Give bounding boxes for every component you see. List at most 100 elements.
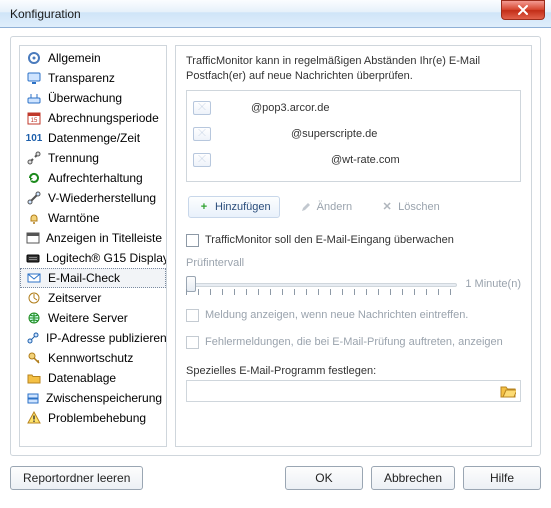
help-button[interactable]: Hilfe [463, 466, 541, 490]
watch-label: TrafficMonitor soll den E-Mail-Eingang ü… [205, 234, 454, 246]
sidebar-item-problembehebung[interactable]: Problembehebung [20, 408, 166, 428]
router-icon [26, 90, 42, 106]
key-icon [26, 350, 42, 366]
account-toolbar: + Hinzufügen Ändern ✕ Löschen [186, 192, 521, 228]
sidebar-item-label: Warntöne [48, 211, 100, 225]
add-label: Hinzufügen [215, 201, 271, 213]
plus-icon: + [197, 200, 211, 214]
window-icon [26, 230, 40, 246]
delete-label: Löschen [398, 201, 440, 213]
sidebar-item-label: Zeitserver [48, 291, 101, 305]
sidebar-item-warnt-ne[interactable]: Warntöne [20, 208, 166, 228]
sidebar-item-abrechnungsperiode[interactable]: 15 Abrechnungsperiode [20, 108, 166, 128]
refresh-icon [26, 170, 42, 186]
101-icon: 101 [26, 130, 42, 146]
sidebar-item-label: Datenablage [48, 371, 116, 385]
folder-icon [500, 384, 516, 398]
notify-checkbox-row[interactable]: Meldung anzeigen, wenn neue Nachrichten … [186, 309, 521, 322]
calendar-icon: 15 [26, 110, 42, 126]
window-title: Konfiguration [10, 7, 547, 21]
email-address: @pop3.arcor.de [221, 102, 329, 114]
sidebar-item-datenablage[interactable]: Datenablage [20, 368, 166, 388]
email-address: @superscripte.de [221, 128, 377, 140]
envelope-icon [193, 127, 211, 141]
checkbox-icon [186, 234, 199, 247]
browse-button[interactable] [500, 384, 516, 398]
globe-icon [26, 310, 42, 326]
interval-value: 1 Minute(n) [465, 278, 521, 290]
x-icon: ✕ [380, 200, 394, 214]
sidebar-item-kennwortschutz[interactable]: Kennwortschutz [20, 348, 166, 368]
errors-checkbox-row[interactable]: Fehlermeldungen, die bei E-Mail-Prüfung … [186, 336, 521, 349]
email-account-row[interactable]: @superscripte.de [193, 121, 514, 147]
sidebar-item-e-mail-check[interactable]: E-Mail-Check [20, 268, 166, 288]
sidebar-item-label: Datenmenge/Zeit [48, 131, 140, 145]
interval-label: Prüfintervall [186, 257, 521, 269]
sidebar-item-label: Problembehebung [48, 411, 146, 425]
sidebar-item-allgemein[interactable]: Allgemein [20, 48, 166, 68]
pencil-icon [299, 200, 313, 214]
drive-icon [26, 390, 40, 406]
notify-label: Meldung anzeigen, wenn neue Nachrichten … [205, 309, 468, 321]
email-account-list[interactable]: @pop3.arcor.de @superscripte.de @wt-rate.c… [186, 90, 521, 182]
sidebar-item-trennung[interactable]: Trennung [20, 148, 166, 168]
ok-button[interactable]: OK [285, 466, 363, 490]
program-input-group [186, 380, 521, 402]
sidebar[interactable]: Allgemein Transparenz Überwachung 15 Abrechn… [19, 45, 167, 447]
envelope-icon [193, 153, 211, 167]
warning-icon [26, 410, 42, 426]
monitor-icon [26, 70, 42, 86]
sidebar-item-logitech-g15-display[interactable]: Logitech® G15 Display [20, 248, 166, 268]
sidebar-item-weitere-server[interactable]: Weitere Server [20, 308, 166, 328]
clear-report-button[interactable]: Reportordner leeren [10, 466, 143, 490]
checkbox-icon [186, 336, 199, 349]
sidebar-item-v-wiederherstellung[interactable]: V-Wiederherstellung [20, 188, 166, 208]
reconnect-icon [26, 190, 42, 206]
gear-icon [26, 50, 42, 66]
email-address: @wt-rate.com [221, 154, 400, 166]
titlebar: Konfiguration [0, 0, 551, 28]
email-account-row[interactable]: @pop3.arcor.de [193, 95, 514, 121]
main-frame: Allgemein Transparenz Überwachung 15 Abrechn… [10, 36, 541, 456]
dialog-button-row: Reportordner leeren OK Abbrechen Hilfe [10, 466, 541, 490]
network-icon [26, 330, 40, 346]
sidebar-item-zwischenspeicherung[interactable]: Zwischenspeicherung [20, 388, 166, 408]
keyboard-icon [26, 250, 40, 266]
close-button[interactable] [501, 0, 545, 20]
sidebar-item-label: Abrechnungsperiode [48, 111, 159, 125]
sidebar-item-label: Logitech® G15 Display [46, 251, 167, 265]
sidebar-item-aufrechterhaltung[interactable]: Aufrechterhaltung [20, 168, 166, 188]
sidebar-item-label: Allgemein [48, 51, 101, 65]
close-icon [517, 4, 529, 16]
email-account-row[interactable]: @wt-rate.com [193, 147, 514, 173]
sidebar-item-label: V-Wiederherstellung [48, 191, 156, 205]
content-panel: TrafficMonitor kann in regelmäßigen Abst… [175, 45, 532, 447]
sidebar-item-label: IP-Adresse publizieren [46, 331, 167, 345]
sidebar-item-zeitserver[interactable]: Zeitserver [20, 288, 166, 308]
sidebar-item-transparenz[interactable]: Transparenz [20, 68, 166, 88]
errors-label: Fehlermeldungen, die bei E-Mail-Prüfung … [205, 336, 503, 348]
delete-button[interactable]: ✕ Löschen [371, 196, 449, 218]
sidebar-item-datenmenge-zeit[interactable]: 101 Datenmenge/Zeit [20, 128, 166, 148]
add-button[interactable]: + Hinzufügen [188, 196, 280, 218]
interval-slider-row: 1 Minute(n) [186, 273, 521, 295]
mail-icon [26, 270, 42, 286]
sidebar-item-label: Trennung [48, 151, 99, 165]
interval-slider[interactable] [186, 273, 457, 295]
cancel-button[interactable]: Abbrechen [371, 466, 455, 490]
watch-checkbox-row[interactable]: TrafficMonitor soll den E-Mail-Eingang ü… [186, 234, 521, 247]
edit-button[interactable]: Ändern [290, 196, 361, 218]
bell-icon [26, 210, 42, 226]
sidebar-item-ip-adresse-publizieren[interactable]: IP-Adresse publizieren [20, 328, 166, 348]
sidebar-item-anzeigen-in-titelleiste[interactable]: Anzeigen in Titelleiste [20, 228, 166, 248]
sidebar-item--berwachung[interactable]: Überwachung [20, 88, 166, 108]
program-input[interactable] [191, 384, 496, 398]
program-label: Spezielles E-Mail-Programm festlegen: [186, 365, 521, 377]
sidebar-item-label: Transparenz [48, 71, 115, 85]
sidebar-item-label: Aufrechterhaltung [48, 171, 143, 185]
intro-text: TrafficMonitor kann in regelmäßigen Abst… [186, 54, 521, 84]
sidebar-item-label: Zwischenspeicherung [46, 391, 162, 405]
sidebar-item-label: Überwachung [48, 91, 122, 105]
sidebar-item-label: Anzeigen in Titelleiste [46, 231, 162, 245]
clock-icon [26, 290, 42, 306]
